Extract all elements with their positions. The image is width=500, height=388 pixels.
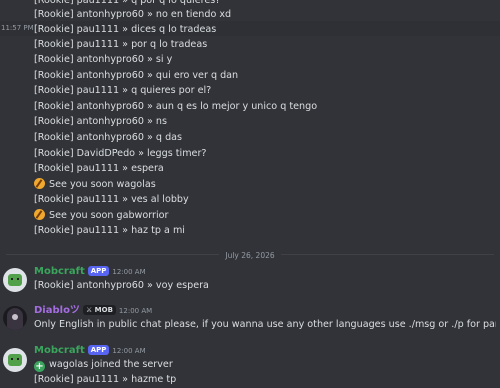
message-content: Only English in public chat please, if y… — [34, 319, 496, 330]
date-divider: July 26, 2026 — [0, 248, 500, 264]
chat-line: [Rookie] pau1111 » haz tp a mi — [34, 225, 185, 236]
sword-icon: ⚔ — [85, 306, 93, 314]
system-message-text: See you soon gabworrior — [49, 210, 169, 221]
leave-icon — [34, 209, 45, 220]
date-divider-label: July 26, 2026 — [219, 251, 281, 260]
chat-line: See you soon gabworrior — [34, 208, 496, 224]
system-message-text: wagolas joined the server — [49, 359, 173, 370]
author-name[interactable]: Mobcraft — [34, 345, 85, 356]
chat-line: [Rookie] DavidDPedo » leggs timer? — [34, 148, 207, 159]
chat-line: [Rookie] pau1111 » por q lo tradeas — [34, 39, 208, 50]
chat-line[interactable]: [Rookie] pau1111 » dices q lo tradeas — [34, 22, 496, 38]
chat-line: [Rookie] antonhypro60 » aun q es lo mejo… — [34, 101, 318, 112]
mobcraft-avatar[interactable] — [3, 348, 27, 372]
chat-line: See you soon wagolas — [34, 177, 496, 193]
chat-log: [Rookie] pau1111 » q por q lo quieres? [… — [0, 0, 500, 385]
role-badge: ⚔ MOB — [82, 305, 116, 315]
leave-icon — [34, 178, 45, 189]
chat-line: [Rookie] pau1111 » q quieres por el? — [34, 85, 212, 96]
chat-line: [Rookie] antonhypro60 » qui ero ver q da… — [34, 70, 239, 81]
app-badge: APP — [87, 266, 110, 276]
chat-line: [Rookie] antonhypro60 » ns — [34, 116, 168, 127]
system-message-text: See you soon wagolas — [49, 179, 156, 190]
message-timestamp: 11:57 PM — [1, 24, 34, 32]
diablo-avatar[interactable] — [3, 306, 27, 330]
app-badge: APP — [87, 345, 110, 355]
message-time: 12:00 AM — [112, 268, 146, 276]
chat-line: [Rookie] pau1111 » espera — [34, 163, 164, 174]
message-time: 12:00 AM — [118, 307, 153, 315]
mobcraft-avatar[interactable] — [3, 268, 27, 292]
role-badge-label: MOB — [94, 306, 113, 314]
join-icon: + — [34, 361, 45, 372]
author-name[interactable]: Diabloツ — [34, 305, 80, 316]
message-content: [Rookie] antonhypro60 » voy espera — [34, 280, 209, 291]
author-name[interactable]: Mobcraft — [34, 266, 85, 277]
chat-line: [Rookie] antonhypro60 » si y — [34, 54, 173, 65]
message-content: + wagolas joined the server — [34, 357, 496, 373]
chat-line: [Rookie] pau1111 » ves al lobby — [34, 194, 189, 205]
chat-line: [Rookie] antonhypro60 » q das — [34, 132, 183, 143]
message-time: 12:00 AM — [112, 347, 146, 355]
